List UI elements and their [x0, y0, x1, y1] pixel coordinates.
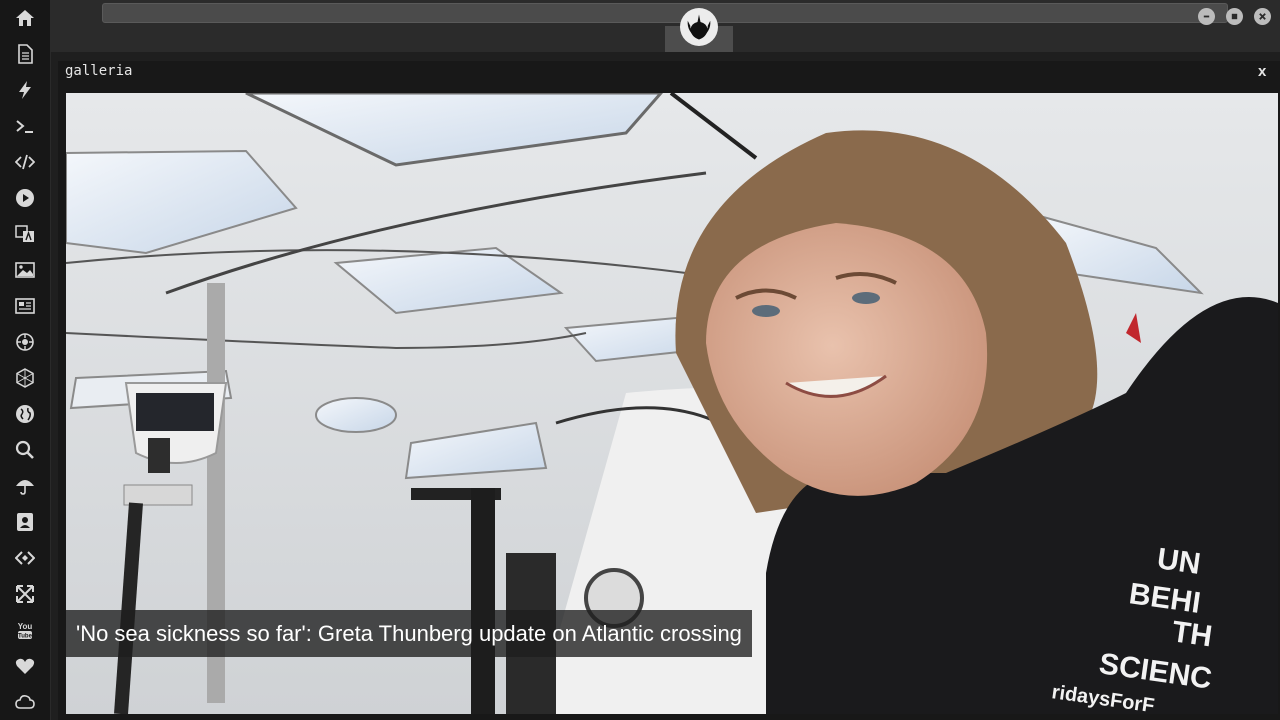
lightning-icon[interactable]: [0, 72, 50, 108]
image-icon[interactable]: [0, 252, 50, 288]
youtube-icon[interactable]: You Tube: [0, 612, 50, 648]
top-bar: [50, 0, 1280, 52]
jacket-text-3: TH: [1170, 615, 1214, 653]
play-icon[interactable]: [0, 180, 50, 216]
hexagon-icon[interactable]: [0, 360, 50, 396]
news-icon[interactable]: [0, 288, 50, 324]
svg-text:Tube: Tube: [18, 634, 33, 640]
document-icon[interactable]: [0, 36, 50, 72]
svg-text:You: You: [18, 622, 33, 631]
address-bar[interactable]: [102, 3, 1228, 23]
gallery-caption: 'No sea sickness so far': Greta Thunberg…: [66, 610, 752, 657]
globe-icon[interactable]: [0, 396, 50, 432]
maximize-icon[interactable]: [1226, 8, 1243, 25]
cloud-icon[interactable]: [0, 684, 50, 720]
panel-title: galleria: [65, 63, 133, 79]
rebel-alliance-emblem-icon[interactable]: [680, 8, 718, 46]
panel-close-button[interactable]: x: [1258, 63, 1266, 80]
heart-icon[interactable]: [0, 648, 50, 684]
expand-icon[interactable]: [0, 576, 50, 612]
contact-card-icon[interactable]: [0, 504, 50, 540]
settings-cog-icon[interactable]: [0, 324, 50, 360]
close-icon[interactable]: [1254, 8, 1271, 25]
sidebar: You Tube: [0, 0, 51, 720]
code-icon[interactable]: [0, 144, 50, 180]
search-icon[interactable]: [0, 432, 50, 468]
home-icon[interactable]: [0, 0, 50, 36]
minimize-icon[interactable]: [1198, 8, 1215, 25]
code-diamond-icon[interactable]: [0, 540, 50, 576]
translate-icon[interactable]: [0, 216, 50, 252]
umbrella-icon[interactable]: [0, 468, 50, 504]
jacket-text-1: UN: [1155, 542, 1203, 581]
terminal-icon[interactable]: [0, 108, 50, 144]
